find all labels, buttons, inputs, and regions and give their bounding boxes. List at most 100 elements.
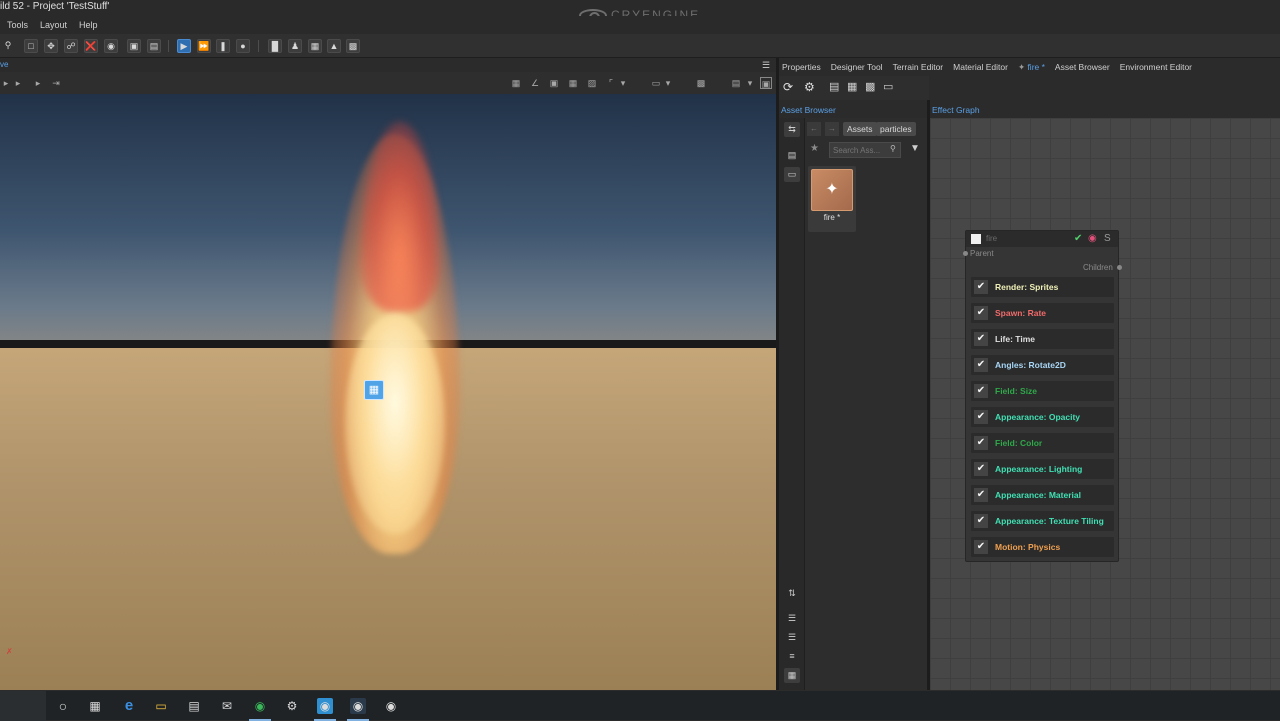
feature-row[interactable]: ✔ Spawn: Rate xyxy=(971,303,1114,323)
checkbox-icon[interactable]: ✔ xyxy=(974,280,988,294)
checkbox-icon[interactable]: ✔ xyxy=(974,332,988,346)
effect-node-fire[interactable]: fire ✔ ◉ S Parent Children ✔ Render: Spri… xyxy=(963,230,1122,562)
obs-icon[interactable]: ◉ xyxy=(383,698,399,714)
expand-icon[interactable]: ▸ xyxy=(32,77,44,89)
character-icon[interactable]: ♟ xyxy=(288,39,302,53)
maximize-icon[interactable]: ▣ xyxy=(760,77,772,89)
file-explorer-icon[interactable]: ▭ xyxy=(153,698,169,714)
chevron-down-icon[interactable]: ▾ xyxy=(662,77,674,89)
step-forward-icon[interactable]: ⏩ xyxy=(197,39,211,53)
cryengine-sandbox-icon[interactable]: ◉ xyxy=(347,698,369,721)
children-connector[interactable] xyxy=(1117,265,1122,270)
panel-menu-icon[interactable]: ☰ xyxy=(762,60,770,71)
back-arrow-icon[interactable]: ← xyxy=(807,122,821,136)
checkbox-icon[interactable]: ✔ xyxy=(974,488,988,502)
store-icon[interactable]: ▤ xyxy=(186,698,202,714)
grid-snap-icon[interactable]: ▦ xyxy=(510,77,522,89)
checkbox-icon[interactable]: ✔ xyxy=(974,410,988,424)
add-component-icon[interactable]: ▦ xyxy=(847,80,857,93)
terrain-icon[interactable]: ▲ xyxy=(327,39,341,53)
checkbox-icon[interactable]: ✔ xyxy=(974,462,988,476)
checkbox-icon[interactable]: ✔ xyxy=(974,436,988,450)
feature-row[interactable]: ✔ Render: Sprites xyxy=(971,277,1114,297)
pivot-icon[interactable]: ◉ xyxy=(104,39,118,53)
feature-row[interactable]: ✔ Appearance: Material xyxy=(971,485,1114,505)
3d-viewport[interactable]: ▦ ✗ xyxy=(0,94,776,690)
list-view-icon[interactable]: ☰ xyxy=(784,630,800,645)
feature-row[interactable]: ✔ Field: Size xyxy=(971,381,1114,401)
folder-icon[interactable]: ▭ xyxy=(784,167,800,182)
settings-gear-icon[interactable]: ⚙ xyxy=(804,80,815,94)
checkbox-icon[interactable]: ✔ xyxy=(974,306,988,320)
angle-snap-icon[interactable]: ∠ xyxy=(529,77,541,89)
tab-environment-editor[interactable]: Environment Editor xyxy=(1120,62,1192,72)
reload-icon[interactable]: ⟳ xyxy=(783,80,793,94)
display-icon[interactable]: ▭ xyxy=(650,77,662,89)
checkbox-icon[interactable]: ✔ xyxy=(974,540,988,554)
feature-row[interactable]: ✔ Appearance: Opacity xyxy=(971,407,1114,427)
feature-row[interactable]: ✔ Appearance: Lighting xyxy=(971,459,1114,479)
sort-icon[interactable]: ⇅ xyxy=(784,586,800,601)
tab-terrain-editor[interactable]: Terrain Editor xyxy=(893,62,944,72)
lock-icon[interactable]: ▣ xyxy=(127,39,141,53)
check-icon[interactable]: ✔ xyxy=(1074,233,1082,244)
save-icon[interactable]: ▤ xyxy=(829,80,839,93)
visibility-eye-icon[interactable]: ◉ xyxy=(1088,233,1097,244)
camera-icon[interactable]: ▩ xyxy=(695,77,707,89)
filter-icon[interactable]: ▼ xyxy=(910,143,920,154)
skip-forward-icon[interactable]: ⇥ xyxy=(50,77,62,89)
zoom-icon[interactable]: ⚲ xyxy=(1,39,15,53)
link-icon[interactable]: ☍ xyxy=(64,39,78,53)
breadcrumb-assets[interactable]: Assets xyxy=(843,122,877,136)
select-icon[interactable]: □ xyxy=(24,39,38,53)
terrain-snap-icon[interactable]: ▦ xyxy=(567,77,579,89)
tab-fire[interactable]: ✦ fire * xyxy=(1018,62,1045,73)
cortana-icon[interactable]: ○ xyxy=(55,698,71,714)
search-icon[interactable]: ⚲ xyxy=(890,144,896,153)
unlink-icon[interactable]: ❌ xyxy=(84,39,98,53)
remove-component-icon[interactable]: ▩ xyxy=(865,80,875,93)
folder-tree-icon[interactable]: ▤ xyxy=(784,148,800,163)
chevron-down-icon[interactable]: ▾ xyxy=(617,77,629,89)
chevron-down-icon[interactable]: ▾ xyxy=(744,77,756,89)
play-icon[interactable]: ▶ xyxy=(177,39,191,53)
cryengine-launcher-icon[interactable]: ◉ xyxy=(314,698,336,721)
compact-list-icon[interactable]: ≡ xyxy=(784,649,800,664)
pause-icon[interactable]: ❚ xyxy=(216,39,230,53)
menu-tools[interactable]: Tools xyxy=(7,20,28,30)
task-view-icon[interactable]: ▦ xyxy=(87,698,103,714)
vertex-snap-icon[interactable]: ▨ xyxy=(586,77,598,89)
viewport-tab[interactable]: ve xyxy=(0,60,8,69)
physics-icon[interactable]: ● xyxy=(236,39,250,53)
node-enable-box[interactable] xyxy=(971,234,981,244)
caret-left-icon[interactable]: ▸ xyxy=(0,77,12,89)
swap-icon[interactable]: ⇆ xyxy=(784,122,800,137)
chrome-icon[interactable]: ◉ xyxy=(249,698,271,721)
menu-layout[interactable]: Layout xyxy=(40,20,67,30)
favorite-star-icon[interactable]: ★ xyxy=(810,143,819,154)
edge-icon[interactable]: e xyxy=(121,698,137,714)
checkbox-icon[interactable]: ✔ xyxy=(974,358,988,372)
feature-row[interactable]: ✔ Angles: Rotate2D xyxy=(971,355,1114,375)
parent-connector[interactable] xyxy=(963,251,968,256)
particle-emitter-icon[interactable]: ▦ xyxy=(364,380,384,400)
tab-material-editor[interactable]: Material Editor xyxy=(953,62,1008,72)
feature-row[interactable]: ✔ Field: Color xyxy=(971,433,1114,453)
snap-icon[interactable]: ▩ xyxy=(346,39,360,53)
node-header[interactable]: fire ✔ ◉ S xyxy=(966,231,1118,247)
feature-row[interactable]: ✔ Life: Time xyxy=(971,329,1114,349)
feature-row[interactable]: ✔ Motion: Physics xyxy=(971,537,1114,557)
save-icon[interactable]: ▤ xyxy=(147,39,161,53)
steam-icon[interactable]: ⚙ xyxy=(284,698,300,714)
mail-icon[interactable]: ✉ xyxy=(219,698,235,714)
taskbar-search-area[interactable] xyxy=(0,691,46,721)
thumbnail-view-icon[interactable]: ▦ xyxy=(784,668,800,683)
details-view-icon[interactable]: ☰ xyxy=(784,611,800,626)
layout-icon[interactable]: ▤ xyxy=(730,77,742,89)
measure-icon[interactable]: ⌜ xyxy=(605,77,617,89)
tab-designer-tool[interactable]: Designer Tool xyxy=(831,62,883,72)
solo-button[interactable]: S xyxy=(1104,233,1111,244)
caret-right-icon[interactable]: ▸ xyxy=(12,77,24,89)
align-icon[interactable]: █ xyxy=(268,39,282,53)
checkbox-icon[interactable]: ✔ xyxy=(974,514,988,528)
